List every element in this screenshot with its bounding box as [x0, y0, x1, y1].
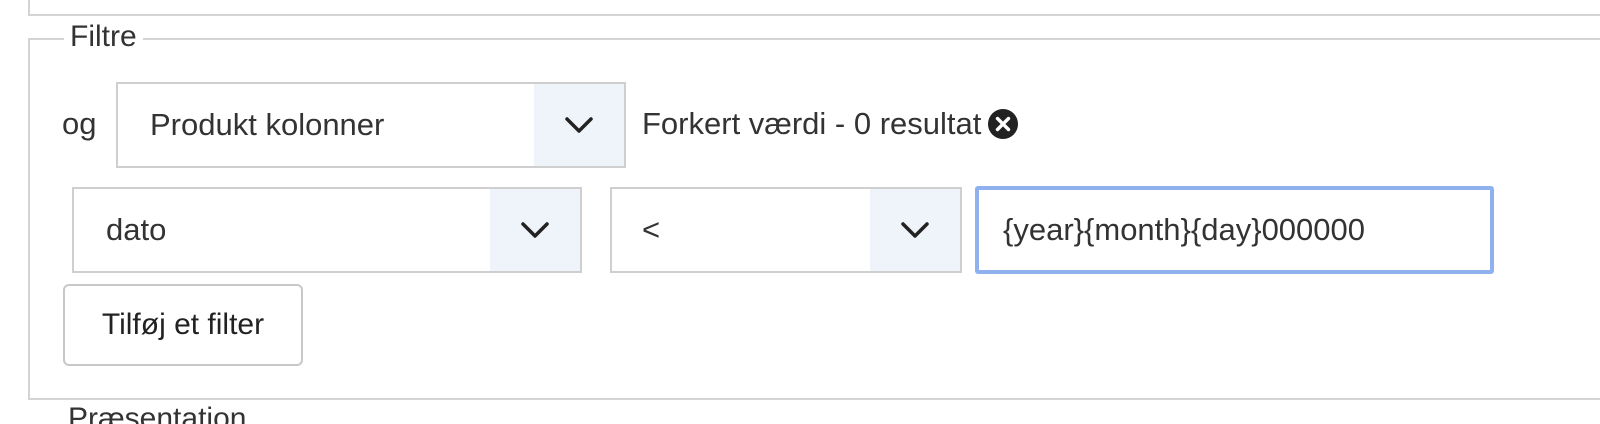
operator-select-toggle[interactable] — [870, 189, 960, 271]
operator-select[interactable]: < — [610, 187, 962, 273]
column-group-select-value: Produkt kolonner — [150, 107, 385, 142]
conjunction-label: og — [62, 106, 97, 141]
operator-select-value: < — [642, 212, 661, 247]
filter-error-text: Forkert værdi - 0 resultat — [642, 106, 982, 141]
column-group-select[interactable]: Produkt kolonner — [116, 82, 626, 168]
chevron-down-icon — [901, 222, 929, 238]
field-select-toggle[interactable] — [490, 189, 580, 271]
filter-value-input[interactable] — [975, 186, 1494, 274]
filter-error: Forkert værdi - 0 resultat — [642, 104, 1019, 144]
column-group-select-toggle[interactable] — [534, 84, 624, 166]
x-circle-icon[interactable] — [987, 108, 1019, 140]
chevron-down-icon — [565, 117, 593, 133]
presentation-legend: Præsentation — [68, 402, 247, 424]
field-select-value: dato — [106, 212, 167, 247]
filter-panel-page: Filtre og Produkt kolonner Forkert værdi… — [0, 0, 1600, 424]
filters-legend: Filtre — [64, 18, 143, 56]
add-filter-button[interactable]: Tilføj et filter — [63, 284, 303, 366]
chevron-down-icon — [521, 222, 549, 238]
previous-section-frame — [28, 0, 1600, 16]
field-select[interactable]: dato — [72, 187, 582, 273]
